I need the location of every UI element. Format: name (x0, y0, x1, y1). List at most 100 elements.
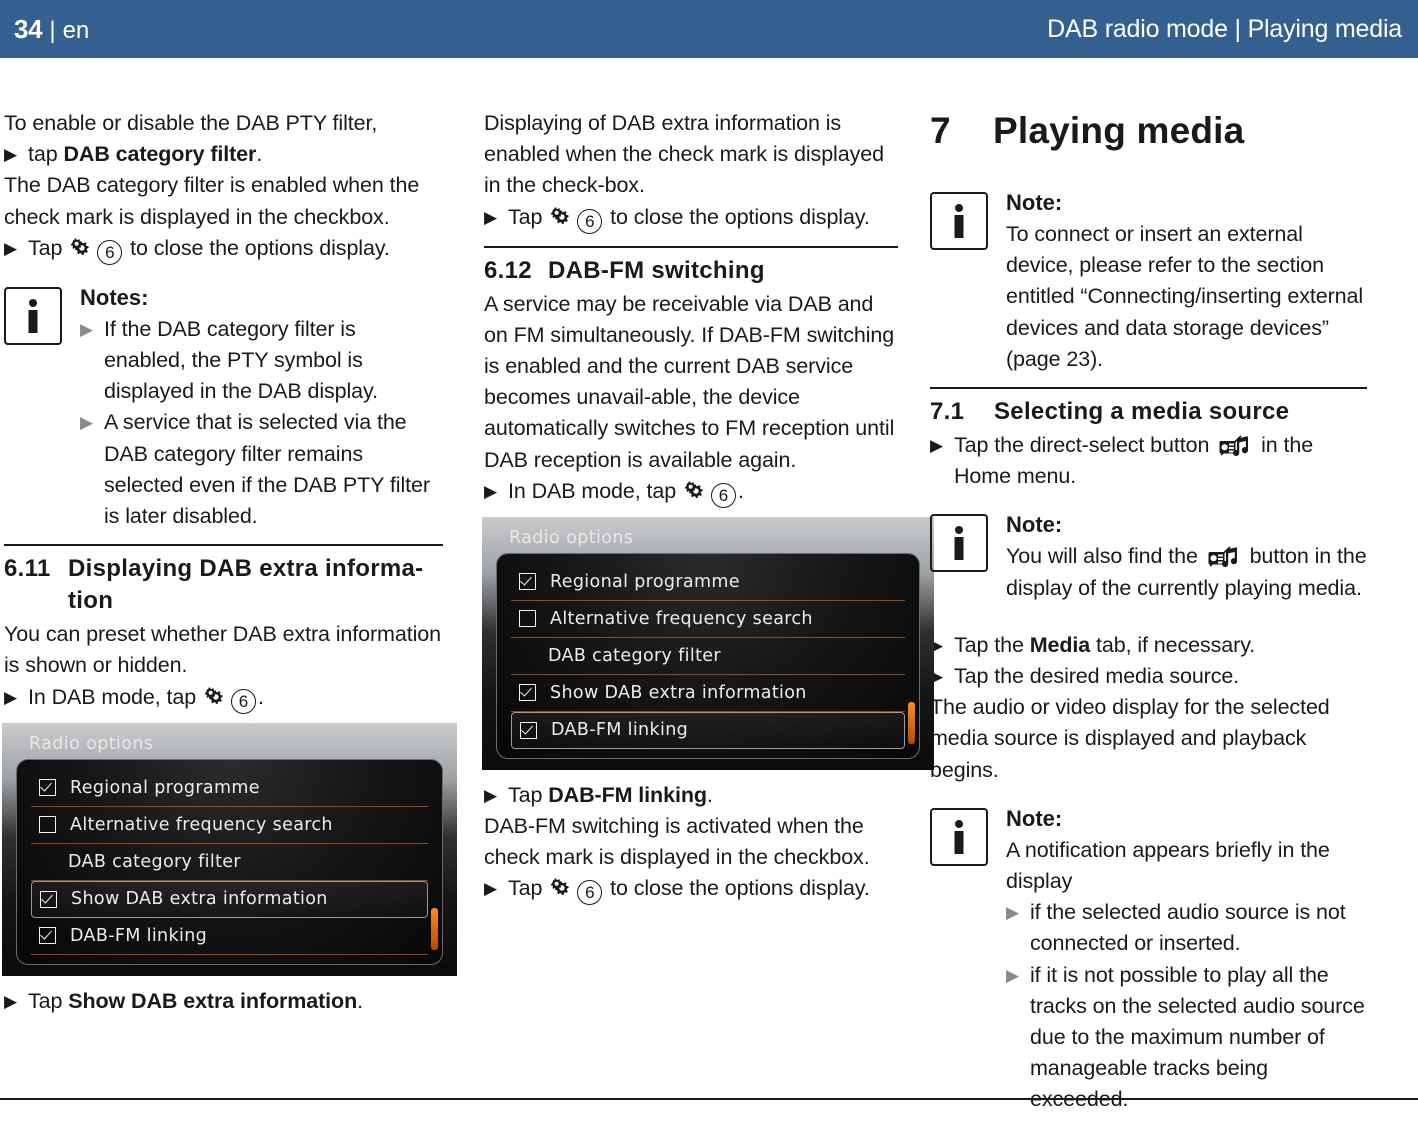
step-text: In DAB mode, tap 6. (28, 682, 443, 714)
step-tap-show-dab-extra-information: ▶ Tap Show DAB extra information. (4, 986, 443, 1017)
triangle-bullet-icon: ▶ (4, 145, 17, 165)
triangle-bullet-icon: ▶ (1006, 903, 1019, 923)
step-text: Tap Show DAB extra information. (28, 986, 443, 1017)
section-number: 6.11 (4, 555, 51, 583)
para-switching-activated: DAB-FM switching is activated when the c… (484, 814, 870, 870)
device-option-alternative-frequency-search[interactable]: Alternative frequency search (31, 807, 428, 844)
step-close-options-1: ▶ Tap 6 to close the options display. (4, 233, 443, 265)
note-item: ▶ If the DAB category filter is enabled,… (80, 314, 443, 408)
circled-number-6: 6 (97, 239, 123, 265)
circled-number-6: 6 (577, 208, 603, 234)
checkbox-unchecked-icon[interactable] (519, 610, 536, 628)
page-number: 34 (14, 13, 43, 44)
step-text: Tap the Media tab, if necessary. (954, 630, 1367, 661)
section-divider (930, 387, 1367, 390)
step-text: Tap the direct-select button in the Home… (954, 430, 1367, 492)
header-section-title: DAB radio mode | Playing media (1047, 14, 1402, 43)
header-left-group: 34 | en (14, 14, 89, 45)
device-options-list: Regional programme Alternative frequency… (511, 564, 905, 749)
triangle-bullet-icon: ▶ (1006, 965, 1019, 985)
step-text: Tap DAB-FM linking. (508, 780, 898, 811)
step-dab-mode-tap-1: ▶ In DAB mode, tap 6. (4, 682, 443, 714)
device-options-panel: Regional programme Alternative frequency… (496, 552, 920, 759)
three-column-layout: To enable or disable the DAB PTY filter,… (2, 108, 1406, 1126)
triangle-bullet-icon: ▶ (484, 785, 497, 805)
note-item-text: if it is not possible to play all the tr… (1030, 962, 1365, 1112)
device-option-label: Alternative frequency search (550, 608, 813, 629)
chapter-heading-7: 7 Playing media (930, 108, 1367, 154)
step-bold: DAB-FM linking (548, 782, 707, 807)
triangle-bullet-icon: ▶ (484, 207, 497, 227)
checkbox-checked-icon[interactable] (519, 684, 536, 702)
step-suffix: to close the options display. (604, 204, 870, 229)
device-screen-title: Radio options (509, 527, 634, 548)
step-tap-direct-select-button: ▶ Tap the direct-select button in the Ho… (930, 430, 1367, 492)
step-suffix: . (706, 782, 713, 807)
device-option-dab-category-filter[interactable]: DAB category filter (31, 844, 428, 881)
scrollbar-thumb[interactable] (908, 701, 915, 744)
checkbox-checked-icon[interactable] (39, 927, 56, 945)
header-separator: | (49, 16, 56, 44)
para-filter-enabled: The DAB category filter is enabled when … (4, 173, 420, 229)
triangle-bullet-icon: ▶ (484, 879, 497, 899)
step-bold: Media (1029, 632, 1091, 657)
device-option-label: DAB category filter (548, 645, 721, 666)
step-prefix: Tap (508, 782, 549, 807)
info-icon-stem (954, 537, 964, 561)
info-icon-dot (955, 819, 963, 828)
note-body: Note: To connect or insert an external d… (1006, 188, 1367, 375)
scrollbar-thumb[interactable] (431, 907, 438, 950)
note-text: You will also find the button in the dis… (1006, 541, 1367, 603)
para-audio-video-display: The audio or video display for the selec… (930, 695, 1330, 782)
step-tap-desired-media-source: ▶ Tap the desired media source. (930, 661, 1367, 692)
para-preset: You can preset whether DAB extra informa… (4, 622, 441, 678)
gear-icon (204, 685, 226, 705)
device-option-label: DAB-FM linking (70, 925, 208, 946)
step-suffix: to close the options display. (124, 235, 390, 260)
info-icon (930, 807, 988, 866)
section-title-line2: tion (68, 587, 114, 615)
page-content: To enable or disable the DAB PTY filter,… (0, 58, 1418, 1111)
device-option-alternative-frequency-search[interactable]: Alternative frequency search (511, 601, 905, 638)
step-prefix: Tap (28, 235, 69, 260)
step-suffix: to close the options display. (604, 876, 870, 901)
device-option-dab-fm-linking[interactable]: DAB-FM linking (31, 918, 428, 955)
device-option-dab-category-filter[interactable]: DAB category filter (511, 638, 905, 675)
step-suffix: . (357, 988, 363, 1013)
circled-number-6: 6 (710, 482, 736, 508)
note-title: Note: (1006, 190, 1063, 215)
step-prefix: Tap the (954, 632, 1030, 657)
device-option-dab-fm-linking[interactable]: DAB-FM linking (511, 711, 905, 749)
step-text: tap DAB category filter. (28, 139, 443, 170)
step-tap-media-tab: ▶ Tap the Media tab, if necessary. (930, 630, 1367, 661)
device-option-show-dab-extra-information[interactable]: Show DAB extra information (511, 675, 905, 712)
note-text: To connect or insert an external device,… (1006, 222, 1364, 371)
section-heading-6-11: 6.11 Displaying DAB extra informa-tion (4, 553, 443, 617)
note-item-text: A service that is selected via the DAB c… (104, 410, 430, 529)
notes-title: Notes: (80, 284, 149, 310)
step-bold: Show DAB extra information (68, 988, 358, 1013)
language-code: en (62, 16, 90, 44)
device-options-panel: Regional programme Alternative frequency… (16, 758, 443, 965)
checkbox-checked-icon[interactable] (519, 573, 536, 591)
step-close-options-3: ▶ Tap 6 to close the options display. (484, 873, 898, 906)
device-option-regional-programme[interactable]: Regional programme (31, 770, 428, 807)
step-text: Tap 6 to close the options display. (508, 202, 898, 234)
note-text: A notification appears briefly in the di… (1006, 837, 1330, 894)
para-dab-fm-service: A service may be receivable via DAB and … (484, 291, 895, 472)
triangle-bullet-icon: ▶ (80, 319, 93, 339)
checkbox-checked-icon[interactable] (520, 721, 537, 739)
device-option-regional-programme[interactable]: Regional programme (511, 564, 905, 601)
checkbox-checked-icon[interactable] (39, 779, 56, 797)
device-option-show-dab-extra-information[interactable]: Show DAB extra information (31, 880, 428, 918)
chapter-number: 7 (930, 110, 951, 151)
note-item-text: if the selected audio source is not conn… (1030, 900, 1346, 956)
media-player-icon (1218, 432, 1252, 458)
gear-icon (550, 205, 572, 225)
device-option-label: DAB category filter (68, 851, 241, 872)
checkbox-checked-icon[interactable] (40, 890, 57, 908)
checkbox-unchecked-icon[interactable] (39, 816, 56, 834)
page-header: 34 | en DAB radio mode | Playing media (0, 0, 1418, 58)
section-divider (484, 245, 898, 248)
triangle-bullet-icon: ▶ (4, 238, 17, 258)
